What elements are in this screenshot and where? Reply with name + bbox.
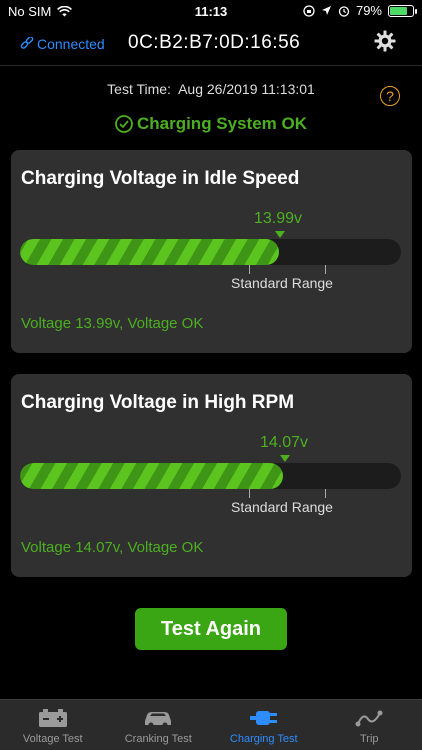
tab-cranking-test[interactable]: Cranking Test	[106, 700, 212, 750]
rotation-lock-icon	[303, 4, 315, 17]
high-rpm-voltage-card: Charging Voltage in High RPM 14.07v Stan…	[11, 374, 412, 577]
status-bar: No SIM 11:13 79%	[0, 0, 422, 22]
voltage-status: Voltage 14.07v, Voltage OK	[21, 539, 204, 556]
voltage-value: 14.07v	[260, 434, 309, 451]
tab-bar: Voltage Test Cranking Test Charging Test…	[0, 699, 422, 750]
battery-icon	[388, 4, 417, 17]
range-max-tick	[325, 489, 326, 498]
voltage-value: 13.99v	[254, 210, 303, 227]
voltage-bar	[20, 239, 401, 265]
plug-icon	[249, 711, 277, 725]
system-status-text: Charging System OK	[136, 114, 308, 133]
location-icon	[321, 6, 331, 15]
voltage-bar-fill	[20, 239, 280, 265]
voltage-marker	[280, 455, 290, 462]
help-icon[interactable]: ?	[380, 86, 400, 106]
test-time-label: Test Time:	[107, 81, 171, 97]
tab-label: Cranking Test	[124, 733, 192, 745]
connection-label: Connected	[37, 36, 105, 52]
alarm-icon	[338, 5, 350, 17]
tab-label: Charging Test	[229, 733, 298, 745]
battery-icon	[38, 709, 67, 727]
link-icon	[20, 37, 34, 49]
app-header: Connected 0C:B2:B7:0D:16:56	[0, 24, 422, 66]
tab-trip[interactable]: Trip	[317, 700, 422, 750]
tab-label: Voltage Test	[22, 733, 83, 745]
check-circle-icon	[115, 115, 133, 133]
system-status: Charging System OK	[0, 114, 422, 134]
car-icon	[145, 712, 172, 728]
route-icon	[355, 710, 383, 727]
voltage-bar-fill	[20, 463, 283, 489]
test-again-button[interactable]: Test Again	[135, 608, 287, 650]
voltage-bar	[20, 463, 401, 489]
range-min-tick	[249, 489, 250, 498]
battery-percent: 79%	[355, 3, 382, 18]
standard-range-label: Standard Range	[231, 499, 333, 515]
connection-status[interactable]: Connected	[20, 36, 105, 52]
card-title: Charging Voltage in High RPM	[21, 392, 295, 413]
card-title: Charging Voltage in Idle Speed	[21, 168, 300, 189]
voltage-marker	[275, 231, 285, 238]
range-max-tick	[325, 265, 326, 274]
tab-voltage-test[interactable]: Voltage Test	[0, 700, 106, 750]
gear-icon[interactable]	[374, 30, 396, 52]
standard-range-label: Standard Range	[231, 275, 333, 291]
test-time: Test Time: Aug 26/2019 11:13:01	[0, 81, 422, 97]
voltage-status: Voltage 13.99v, Voltage OK	[21, 315, 204, 332]
tab-label: Trip	[359, 733, 379, 745]
test-time-value: Aug 26/2019 11:13:01	[178, 81, 315, 97]
idle-voltage-card: Charging Voltage in Idle Speed 13.99v St…	[11, 150, 412, 353]
tab-charging-test[interactable]: Charging Test	[211, 700, 317, 750]
device-id: 0C:B2:B7:0D:16:56	[128, 32, 301, 53]
range-min-tick	[249, 265, 250, 274]
